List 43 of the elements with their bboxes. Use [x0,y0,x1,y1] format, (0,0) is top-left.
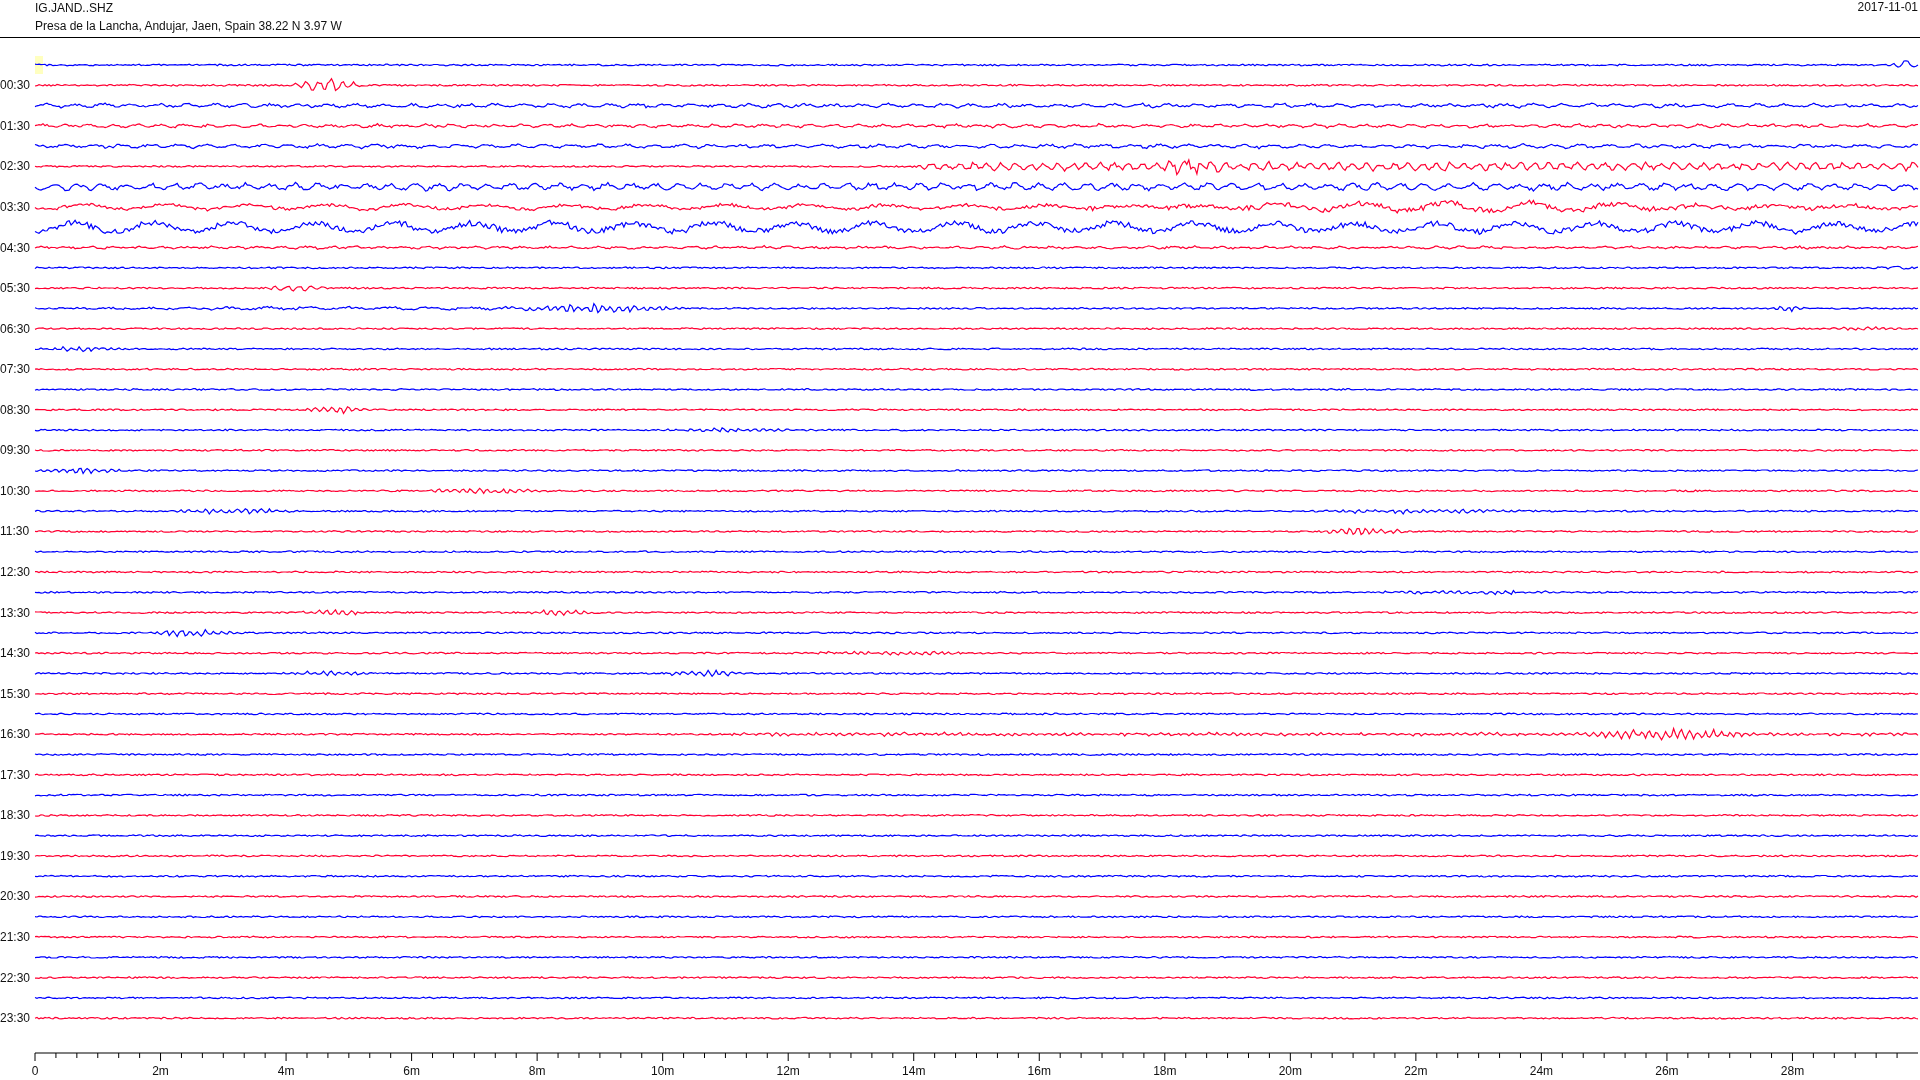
station-code: IG.JAND..SHZ [35,1,114,15]
station-location: Presa de la Lancha, Andujar, Jaen, Spain 38.22 N 3.97 W [35,19,342,33]
time-label: 06:30 [0,321,31,336]
time-label: 15:30 [0,686,31,701]
time-label: 21:30 [0,930,31,945]
time-label: 00:30 [0,78,31,93]
axis-tick-label: 10m [651,1064,675,1078]
axis-tick-label: 12m [776,1064,800,1078]
axis-tick-label: 22m [1404,1064,1428,1078]
record-date: 2017-11-01 [1857,0,1918,16]
axis-tick-label: 0 [31,1064,39,1078]
axis-tick-label: 18m [1153,1064,1177,1078]
time-label: 12:30 [0,565,31,579]
axis-tick-label: 8m [528,1064,546,1078]
time-label: 11:30 [0,524,30,539]
time-label: 01:30 [0,118,31,133]
axis-tick-label: 28m [1780,1064,1805,1078]
time-label: 02:30 [0,159,31,174]
axis-tick-label: 24m [1529,1064,1554,1078]
axis-tick-label: 2m [152,1064,169,1078]
axis-tick-label: 20m [1278,1064,1302,1078]
time-label: 08:30 [0,402,31,417]
time-label: 13:30 [0,605,31,620]
axis-tick-label: 6m [403,1064,420,1078]
time-label: 04:30 [0,240,31,255]
time-label: 19:30 [0,848,31,863]
time-label: 18:30 [0,808,31,823]
time-label: 22:30 [0,970,31,985]
time-label: 05:30 [0,281,31,296]
time-label: 09:30 [0,443,31,458]
highlight-marker [35,56,43,74]
time-label: 23:30 [0,1011,31,1026]
axis-tick-label: 4m [277,1064,295,1078]
time-label: 20:30 [0,889,31,904]
axis-tick-label: 14m [902,1064,926,1078]
axis-tick-label: 16m [1027,1064,1051,1078]
time-label: 16:30 [0,727,31,742]
axis-tick-label: 26m [1655,1064,1679,1078]
time-label: 17:30 [0,767,31,782]
time-label: 07:30 [0,362,31,377]
time-label: 03:30 [0,199,31,214]
time-label: 14:30 [0,646,31,661]
time-label: 10:30 [0,483,31,498]
